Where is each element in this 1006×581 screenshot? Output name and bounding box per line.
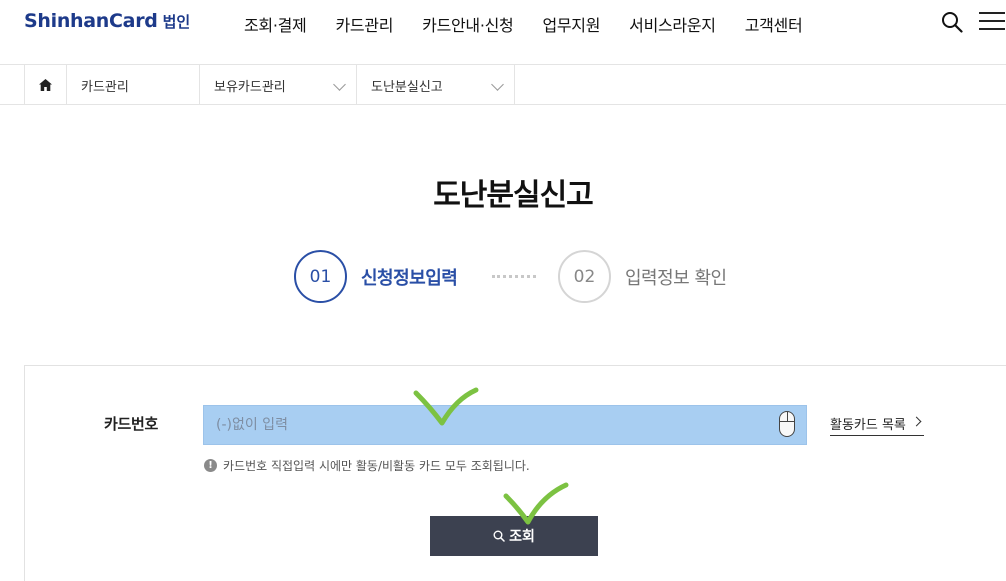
shinhancard-logo[interactable]: ShinhanCard 법인 xyxy=(24,10,190,36)
card-input-notice: ! 카드번호 직접입력 시에만 활동/비활동 카드 모두 조회됩니다. xyxy=(204,457,530,474)
search-button-label: 조회 xyxy=(509,529,535,545)
logo-brand-text: ShinhanCard xyxy=(24,10,158,32)
nav-item-card-management[interactable]: 카드관리 xyxy=(335,12,393,36)
search-icon[interactable] xyxy=(941,11,963,33)
breadcrumb-theft-loss-dropdown[interactable]: 도난분실신고 xyxy=(357,65,515,105)
notice-text: 카드번호 직접입력 시에만 활동/비활동 카드 모두 조회됩니다. xyxy=(223,459,530,473)
green-checkmark-annotation-icon xyxy=(503,482,569,525)
breadcrumb-level2-label: 보유카드관리 xyxy=(214,79,286,95)
chevron-down-icon xyxy=(491,78,504,91)
home-icon xyxy=(39,79,52,91)
site-header: ShinhanCard 법인 조회·결제 카드관리 카드안내·신청 업무지원 서… xyxy=(0,0,1006,64)
nav-item-inquiry-payment[interactable]: 조회·결제 xyxy=(244,12,307,36)
breadcrumb-level1-label: 카드관리 xyxy=(81,79,129,95)
global-nav: 조회·결제 카드관리 카드안내·신청 업무지원 서비스라운지 고객센터 xyxy=(244,12,831,36)
green-checkmark-annotation-icon xyxy=(413,387,479,426)
chevron-right-icon xyxy=(911,416,922,427)
step-1-number: 01 xyxy=(294,250,347,303)
nav-item-service-lounge[interactable]: 서비스라운지 xyxy=(629,12,716,36)
breadcrumb-card-management[interactable]: 카드관리 xyxy=(67,65,200,105)
breadcrumb-level3-label: 도난분실신고 xyxy=(371,79,443,95)
logo-corporate-text: 법인 xyxy=(162,13,191,31)
active-card-list-link[interactable]: 활동카드 목록 xyxy=(830,414,924,436)
card-number-input[interactable] xyxy=(204,406,764,444)
breadcrumb: 카드관리 보유카드관리 도난분실신고 xyxy=(0,64,1006,105)
nav-item-business-support[interactable]: 업무지원 xyxy=(542,12,600,36)
breadcrumb-home[interactable] xyxy=(24,65,67,105)
page-title: 도난분실신고 xyxy=(433,178,594,213)
hamburger-menu-icon[interactable] xyxy=(979,12,1005,32)
search-icon xyxy=(493,530,505,542)
chevron-down-icon xyxy=(333,78,346,91)
step-2-number: 02 xyxy=(558,250,611,303)
step-divider xyxy=(492,275,536,278)
info-icon: ! xyxy=(204,459,217,472)
step-2: 02 입력정보 확인 xyxy=(558,250,727,303)
active-card-list-label: 활동카드 목록 xyxy=(830,418,906,433)
card-number-field-wrapper xyxy=(203,405,807,445)
breadcrumb-owned-card-dropdown[interactable]: 보유카드관리 xyxy=(200,65,357,105)
step-1: 01 신청정보입력 xyxy=(294,250,458,303)
nav-item-card-guide-apply[interactable]: 카드안내·신청 xyxy=(422,12,514,36)
virtual-keyboard-mouse-icon[interactable] xyxy=(779,411,795,437)
step-1-label: 신청정보입력 xyxy=(361,267,458,289)
nav-item-customer-center[interactable]: 고객센터 xyxy=(745,12,803,36)
card-number-label: 카드번호 xyxy=(104,415,159,433)
step-2-label: 입력정보 확인 xyxy=(625,267,727,289)
